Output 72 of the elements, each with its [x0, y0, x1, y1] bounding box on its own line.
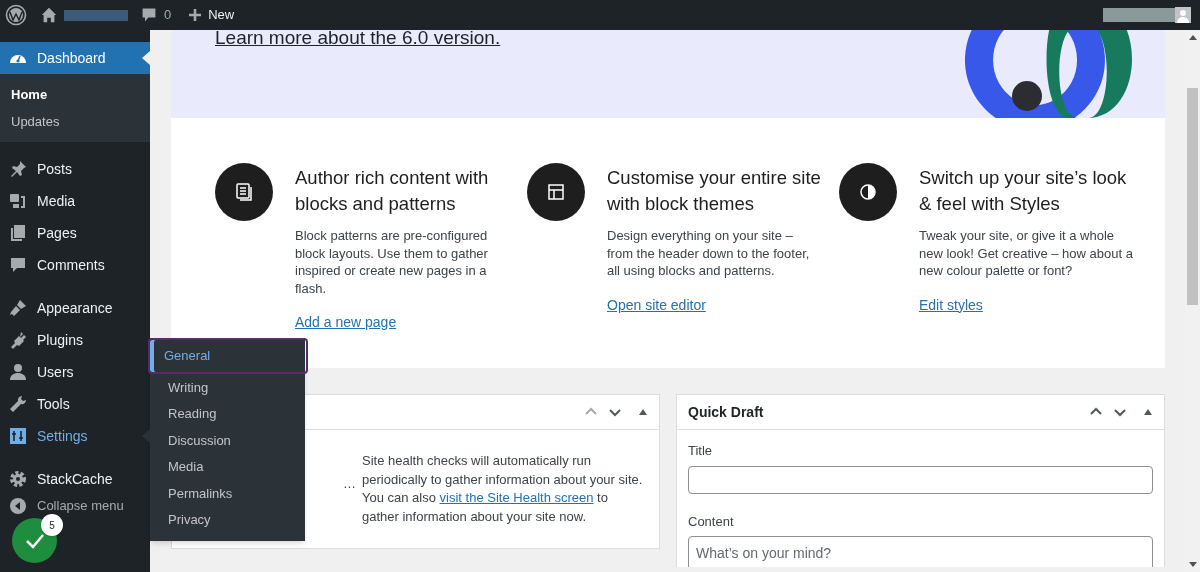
sidebar-item[interactable]: Comments: [0, 249, 150, 281]
feature-description: Design everything on your site – from the header down to the footer, all using blocks and patterns.: [607, 227, 811, 280]
feature-link[interactable]: Open site editor: [607, 294, 706, 316]
flyout-item[interactable]: Privacy: [150, 506, 305, 533]
feature-link[interactable]: Add a new page: [295, 312, 397, 333]
sidebar-label: Comments: [37, 255, 105, 275]
sidebar-label: Settings: [37, 426, 88, 446]
box-title: Quick Draft: [688, 402, 764, 422]
sidebar-item[interactable]: Pages: [0, 217, 150, 249]
wordpress-logo-icon[interactable]: [5, 4, 27, 26]
sidebar-item[interactable]: Tools: [0, 388, 150, 420]
scrollbar-thumb[interactable]: [1187, 88, 1198, 305]
wrench-icon: [8, 394, 28, 414]
sidebar-label: Dashboard: [37, 48, 106, 68]
title-input-field[interactable]: [688, 465, 1153, 494]
speech-bubble-icon[interactable]: [141, 7, 157, 23]
field-label: Title: [688, 442, 714, 460]
flyout-item[interactable]: Writing: [150, 374, 305, 401]
site-health-description: Site health checks will automatically run periodically to gather information about your site. You can also visit the Site Health screen to gather information about your site now.: [362, 452, 644, 526]
feature-description: Block patterns are pre-configured block layouts. Use them to gather inspired or create new pages in a flash.: [295, 227, 489, 297]
sidebar-label: Plugins: [37, 330, 83, 350]
new-link[interactable]: New: [208, 5, 235, 25]
gear-icon: [8, 469, 28, 489]
home-icon[interactable]: [40, 6, 58, 24]
flyout-item[interactable]: Discussion: [150, 427, 305, 454]
learn-more-link[interactable]: Learn more about the 6.0 version.: [215, 30, 501, 53]
field-label: Content: [688, 512, 735, 531]
site-health-link[interactable]: visit the Site Health screen: [439, 490, 594, 505]
loading-text: …: [343, 475, 356, 493]
feature-link[interactable]: Edit styles: [919, 294, 983, 316]
menu-pointer-icon: [142, 51, 150, 65]
half-circle-icon: [858, 182, 878, 202]
sidebar-item[interactable]: Users: [0, 356, 150, 388]
scroll-up-arrow-icon[interactable]: [1188, 34, 1197, 40]
media-icon: [8, 191, 28, 211]
checkmark-icon: [24, 532, 45, 549]
flyout-item[interactable]: Reading: [150, 400, 305, 427]
sidebar-label: Posts: [37, 159, 72, 179]
sidebar-item[interactable]: Dashboard: [0, 42, 150, 74]
feature-title: Customise your entire site with block themes: [607, 166, 821, 216]
sidebar-label: Appearance: [37, 298, 113, 318]
sidebar-label: Tools: [37, 394, 70, 414]
document-icon: [234, 182, 254, 202]
submenu-item[interactable]: Home: [0, 81, 150, 108]
feature-description: Tweak your site, or give it a whole new look! Get creative – how about a new colour palette or font?: [919, 227, 1133, 280]
sidebar-item[interactable]: Appearance: [0, 292, 150, 324]
user-icon: [8, 362, 28, 382]
feature-title: Switch up your site’s look & feel with Styles: [919, 166, 1128, 216]
feature-title: Author rich content with blocks and patterns: [295, 166, 490, 216]
speech-bubble-icon: [8, 255, 28, 275]
layout-icon: [546, 182, 566, 202]
content-input-field[interactable]: What’s on your mind?: [688, 536, 1153, 567]
flyout-item[interactable]: Permalinks: [150, 480, 305, 507]
sidebar-label: Users: [37, 362, 74, 382]
comment-count[interactable]: 0: [164, 5, 172, 25]
sidebar-item[interactable]: Plugins: [0, 324, 150, 356]
scroll-down-arrow-icon[interactable]: [1188, 562, 1197, 568]
submenu-item[interactable]: Updates: [0, 108, 150, 135]
plus-icon: [188, 8, 203, 22]
sidebar-label: StackCache: [37, 469, 113, 489]
sidebar-item[interactable]: StackCache: [0, 463, 150, 495]
pages-icon: [8, 223, 28, 243]
paint-brush-icon: [8, 298, 28, 318]
flyout-item[interactable]: Media: [150, 453, 305, 480]
sidebar-label: Media: [37, 191, 76, 211]
sidebar-item[interactable]: Posts: [0, 153, 150, 185]
flyout-item[interactable]: General: [148, 338, 308, 374]
sliders-icon: [8, 426, 28, 446]
sidebar-item[interactable]: Collapse menu: [0, 495, 150, 517]
sidebar-label: Pages: [37, 223, 77, 243]
sidebar-label: Collapse menu: [37, 497, 124, 516]
sidebar-item[interactable]: Media: [0, 185, 150, 217]
